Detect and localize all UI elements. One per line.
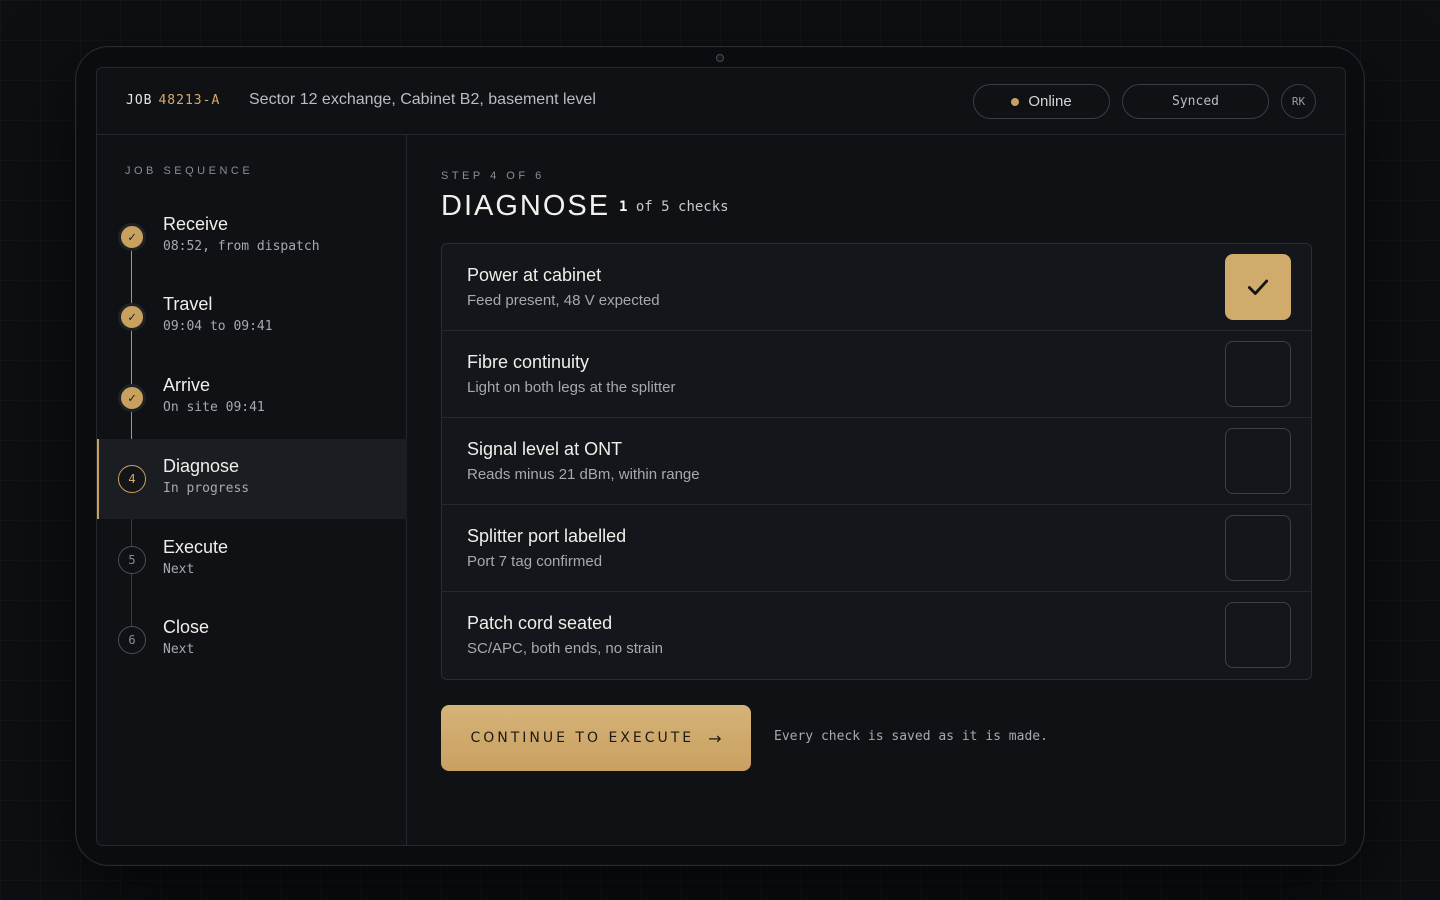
- job-sequence-sidebar: JOB SEQUENCE ✓ Receive 08:52, from dispa…: [97, 135, 407, 845]
- check-row-splitter: Splitter port labelled Port 7 tag confir…: [442, 505, 1311, 592]
- job-prefix: JOB: [126, 93, 153, 108]
- sidebar-step-receive[interactable]: ✓ Receive 08:52, from dispatch: [97, 197, 407, 277]
- check-toggle-power[interactable]: [1225, 254, 1291, 320]
- sidebar-step-arrive[interactable]: ✓ Arrive On site 09:41: [97, 358, 407, 438]
- check-title: Patch cord seated: [467, 613, 613, 633]
- sync-status-pill[interactable]: Synced: [1122, 84, 1269, 119]
- job-location: Sector 12 exchange, Cabinet B2, basement…: [249, 91, 596, 108]
- check-title: Fibre continuity: [467, 352, 590, 372]
- step-label: Arrive: [163, 375, 211, 395]
- check-toggle-splitter[interactable]: [1225, 515, 1291, 581]
- check-count: 1 of 5 checks: [619, 199, 729, 215]
- app-screen: JOB 48213-A Sector 12 exchange, Cabinet B…: [96, 67, 1346, 846]
- check-toggle-signal[interactable]: [1225, 428, 1291, 494]
- check-title: Power at cabinet: [467, 265, 602, 285]
- diagnose-checklist: Power at cabinet Feed present, 48 V expe…: [441, 243, 1312, 680]
- continue-to-execute-button[interactable]: CONTINUE TO EXECUTE →: [441, 705, 751, 771]
- check-row-power: Power at cabinet Feed present, 48 V expe…: [442, 244, 1311, 331]
- step-subtitle: 08:52, from dispatch: [163, 239, 320, 254]
- check-title: Splitter port labelled: [467, 526, 627, 546]
- sidebar-step-travel[interactable]: ✓ Travel 09:04 to 09:41: [97, 277, 407, 357]
- main-panel: STEP 4 OF 6 DIAGNOSE 1 of 5 checks Power…: [441, 135, 1321, 835]
- continue-label: CONTINUE TO EXECUTE: [470, 730, 695, 746]
- check-icon: ✓: [118, 384, 146, 412]
- check-description: Feed present, 48 V expected: [467, 292, 660, 309]
- online-status-pill[interactable]: Online: [973, 84, 1110, 119]
- user-initials: RK: [1291, 95, 1306, 108]
- check-icon: ✓: [118, 303, 146, 331]
- arrow-right-icon: →: [708, 728, 722, 748]
- job-tag: JOB 48213-A: [126, 93, 220, 108]
- check-icon: ✓: [118, 223, 146, 251]
- check-description: Light on both legs at the splitter: [467, 379, 676, 396]
- job-id: 48213-A: [158, 93, 221, 108]
- check-toggle-fibre[interactable]: [1225, 341, 1291, 407]
- step-subtitle: On site 09:41: [163, 400, 265, 415]
- step-label: Travel: [163, 294, 213, 314]
- check-toggle-patch-cord[interactable]: [1225, 602, 1291, 668]
- step-label: Diagnose: [163, 456, 240, 476]
- top-bar: JOB 48213-A Sector 12 exchange, Cabinet B…: [97, 68, 1345, 135]
- check-title: Signal level at ONT: [467, 439, 623, 459]
- sidebar-step-close[interactable]: 6 Close Next: [97, 600, 407, 680]
- sidebar-title: JOB SEQUENCE: [125, 165, 254, 177]
- check-count-done: 1: [619, 199, 628, 215]
- page-title: DIAGNOSE: [441, 190, 611, 222]
- step-number-badge: 5: [118, 546, 146, 574]
- step-number-badge: 6: [118, 626, 146, 654]
- status-dot-icon: [1011, 97, 1020, 106]
- step-number-badge: 4: [118, 465, 146, 493]
- check-row-signal: Signal level at ONT Reads minus 21 dBm, …: [442, 418, 1311, 505]
- step-progress-label: STEP 4 OF 6: [441, 170, 545, 182]
- check-row-patch-cord: Patch cord seated SC/APC, both ends, no …: [442, 592, 1311, 679]
- check-count-text: of 5 checks: [635, 199, 729, 215]
- step-subtitle: Next: [163, 562, 195, 577]
- step-label: Execute: [163, 537, 229, 557]
- step-subtitle: In progress: [163, 481, 250, 496]
- sidebar-step-diagnose[interactable]: 4 Diagnose In progress: [97, 439, 407, 519]
- online-status-label: Online: [1028, 93, 1072, 110]
- check-description: SC/APC, both ends, no strain: [467, 640, 663, 657]
- step-label: Receive: [163, 214, 229, 234]
- step-subtitle: 09:04 to 09:41: [163, 319, 273, 334]
- user-avatar[interactable]: RK: [1281, 84, 1316, 119]
- step-label: Close: [163, 617, 210, 637]
- step-subtitle: Next: [163, 642, 195, 657]
- sync-status-label: Synced: [1172, 94, 1219, 109]
- check-row-fibre: Fibre continuity Light on both legs at t…: [442, 331, 1311, 418]
- check-description: Reads minus 21 dBm, within range: [467, 466, 700, 483]
- checkmark-icon: [1247, 279, 1269, 295]
- check-description: Port 7 tag confirmed: [467, 553, 603, 570]
- autosave-note: Every check is saved as it is made.: [774, 729, 1048, 744]
- camera-dot: [716, 54, 724, 62]
- tablet-frame: JOB 48213-A Sector 12 exchange, Cabinet B…: [75, 46, 1365, 866]
- sidebar-step-execute[interactable]: 5 Execute Next: [97, 520, 407, 600]
